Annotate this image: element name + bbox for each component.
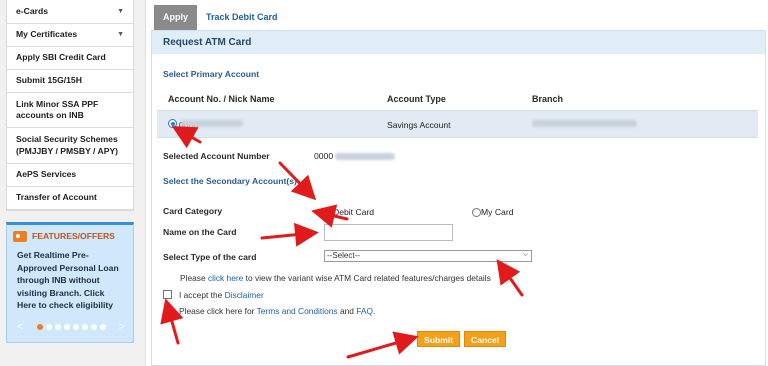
sidebar-item-label: Link Minor SSA PPF accounts on INB [16,98,99,121]
accounts-table-header: Account No. / Nick Name Account Type Bra… [163,94,753,108]
sidebar-item-link-minor-ssa[interactable]: Link Minor SSA PPF accounts on INB [7,93,133,128]
tab-bar: Apply Track Debit Card [154,5,287,30]
chevron-left-icon[interactable]: < [17,321,23,333]
submit-button[interactable]: Submit [417,331,461,347]
promo-text[interactable]: Get Realtime Pre-Approved Personal Loan … [7,247,133,312]
faq-link[interactable]: FAQ. [356,306,375,316]
carousel-dot[interactable] [81,324,88,330]
sidebar-item-label: My Certificates [16,29,78,40]
sidebar-menu: e-Cards ▼ My Certificates ▼ Apply SBI Cr… [6,0,134,211]
carousel-dot[interactable] [99,324,106,330]
sidebar-item-label: Social Security Schemes (PMJJBY / PMSBY … [16,134,119,156]
col-account-no: Account No. / Nick Name [168,94,275,104]
card-category-label: Card Category [163,206,223,216]
request-atm-card-panel: Request ATM Card Select Primary Account … [151,30,766,366]
main-content: Apply Track Debit Card Request ATM Card … [145,0,768,366]
sidebar-item-label: Apply SBI Credit Card [16,52,106,63]
sidebar-item-label: Transfer of Account [16,192,97,203]
terms-link[interactable]: Terms and Conditions [257,306,338,316]
debit-card-option[interactable]: Debit Card [324,207,374,218]
promo-title: FEATURES/OFFERS [32,231,115,241]
carousel-dot[interactable] [63,324,70,330]
sidebar-item-aeps-services[interactable]: AePS Services [7,164,133,187]
carousel-dot[interactable] [54,324,61,330]
my-card-option[interactable]: My Card [472,207,513,218]
primary-account-heading: Select Primary Account [163,69,260,79]
sidebar-item-label: Submit 15G/15H [16,75,82,86]
terms-note: Please click here for Terms and Conditio… [179,306,376,316]
debit-card-radio[interactable] [324,208,333,218]
features-offers-banner[interactable]: FEATURES/OFFERS Get Realtime Pre-Approve… [6,222,134,343]
account-type: Savings Account [387,120,451,130]
col-branch: Branch [532,94,564,104]
tab-track-debit-card[interactable]: Track Debit Card [197,5,287,30]
caret-down-icon: ▼ [117,31,124,39]
disclaimer-checkbox[interactable] [163,290,172,299]
panel-title: Request ATM Card [152,31,765,54]
carousel-dot[interactable] [36,324,43,330]
name-on-card-label: Name on the Card [163,227,237,237]
sidebar: e-Cards ▼ My Certificates ▼ Apply SBI Cr… [6,0,134,366]
sidebar-item-label: e-Cards [16,5,48,16]
selected-account-label: Selected Account Number [163,151,270,161]
tag-icon [13,230,27,242]
chevron-right-icon[interactable]: > [119,321,125,333]
carousel-dot[interactable] [45,324,52,330]
promo-header: FEATURES/OFFERS [7,225,133,247]
my-card-radio[interactable] [472,208,481,218]
card-type-select[interactable]: --Select-- ⌵ [324,250,532,262]
carousel-dot[interactable] [72,324,79,330]
sidebar-item-submit-15g-15h[interactable]: Submit 15G/15H [7,70,133,93]
sidebar-item-apply-sbi-credit-card[interactable]: Apply SBI Credit Card [7,47,133,70]
name-on-card-input[interactable] [324,224,453,241]
sidebar-item-social-security[interactable]: Social Security Schemes (PMJJBY / PMSBY … [7,128,133,164]
sidebar-item-transfer-of-account[interactable]: Transfer of Account [7,187,133,210]
variant-note: Please click here to view the variant wi… [180,273,491,283]
tab-apply[interactable]: Apply [154,5,198,30]
promo-carousel-nav: < > [17,321,125,333]
cancel-button[interactable]: Cancel [464,331,507,347]
disclaimer-text: I accept the Disclaimer [179,290,264,300]
caret-down-icon: ▼ [117,7,124,15]
card-type-label: Select Type of the card [163,252,257,262]
sidebar-item-my-certificates[interactable]: My Certificates ▼ [7,24,133,47]
table-row[interactable]: 0000 Savings Account [157,110,758,138]
carousel-dot[interactable] [90,324,97,330]
disclaimer-link[interactable]: Disclaimer [225,290,264,300]
sidebar-item-e-cards[interactable]: e-Cards ▼ [7,0,133,24]
carousel-dots [36,324,106,330]
chevron-down-icon: ⌵ [522,251,528,258]
sidebar-item-label: AePS Services [16,169,77,180]
selected-account-value: 0000 [314,151,396,161]
variant-click-here-link[interactable]: click here [208,273,243,283]
secondary-account-heading[interactable]: Select the Secondary Account(s) [163,176,297,186]
col-account-type: Account Type [387,94,446,104]
